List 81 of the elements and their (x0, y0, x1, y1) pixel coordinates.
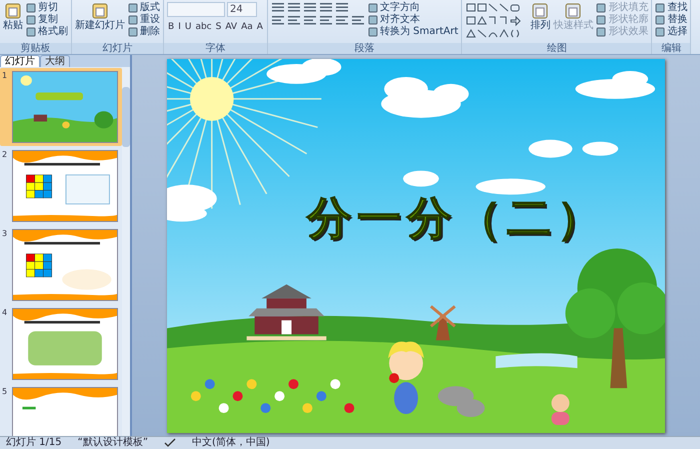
ribbon-large-button[interactable]: 新建幻灯片 (75, 2, 125, 31)
slide-thumbnail-row[interactable]: 4 (0, 305, 122, 383)
slide-thumbnail[interactable] (12, 71, 118, 143)
slide-thumbnail-row[interactable]: 3 (0, 226, 122, 304)
format-button[interactable]: B (167, 20, 176, 34)
ribbon-small-button[interactable]: 重设 (128, 14, 160, 26)
command-icon (368, 27, 378, 37)
command-icon (368, 3, 378, 13)
ribbon-small-button[interactable]: 格式刷 (26, 26, 68, 38)
ribbon-small-button[interactable]: 替换 (655, 14, 688, 26)
ribbon-small-button[interactable]: 转换为 SmartArt (368, 26, 458, 38)
ribbon-small-button[interactable]: 文字方向 (368, 2, 458, 14)
language-indicator: 中文(简体，中国) (192, 437, 270, 449)
format-button[interactable]: A (256, 20, 264, 34)
slide-number: 3 (2, 229, 8, 240)
cloud-drawing (167, 184, 217, 222)
command-icon (564, 2, 582, 20)
ribbon-small-button[interactable]: 复制 (26, 14, 68, 26)
command-icon (596, 15, 606, 25)
group-label: 幻灯片 (72, 43, 163, 54)
slide-thumbnail[interactable] (12, 150, 118, 222)
ribbon-small-button[interactable]: 选择 (655, 26, 688, 38)
align-icon[interactable] (318, 15, 333, 25)
slide-number: 5 (2, 387, 8, 398)
rocks-drawing (438, 386, 485, 417)
slide-thumbnail-row[interactable]: 1 (0, 68, 122, 146)
command-icon (91, 2, 109, 20)
slide-thumbnail-row[interactable]: 2 (0, 147, 122, 225)
format-button[interactable]: AV (224, 20, 238, 34)
ribbon-small-button[interactable]: 删除 (128, 26, 160, 38)
list-icon[interactable] (334, 2, 349, 12)
align-icon[interactable] (270, 15, 285, 25)
slide-thumbnail[interactable] (12, 229, 118, 301)
group-label: 字体 (164, 43, 267, 54)
theme-name: “默认设计模板” (78, 437, 148, 449)
group-label: 编辑 (652, 43, 690, 54)
ribbon-small-button[interactable]: 版式 (128, 2, 160, 14)
list-icon[interactable] (318, 2, 333, 12)
format-button[interactable]: I (177, 20, 182, 34)
format-button[interactable]: U (184, 20, 192, 34)
list-icon[interactable] (302, 2, 317, 12)
slide-number: 4 (2, 308, 8, 319)
command-icon (368, 15, 378, 25)
command-icon (4, 2, 22, 20)
command-icon (596, 27, 606, 37)
slide-thumbnail[interactable] (12, 308, 118, 380)
command-icon (655, 15, 666, 25)
align-icon[interactable] (350, 15, 365, 25)
command-icon (655, 27, 666, 37)
slide-number: 2 (2, 150, 8, 161)
group-label: 绘图 (462, 43, 652, 54)
format-button[interactable]: S (214, 20, 222, 34)
slide-thumbnail-row[interactable]: 5 (0, 384, 122, 436)
command-icon (655, 3, 666, 13)
align-icon[interactable] (334, 15, 349, 25)
ribbon-small-button[interactable]: 剪切 (26, 2, 68, 14)
font-size-field[interactable]: 24 (227, 2, 257, 17)
font-name-field[interactable] (167, 2, 225, 17)
slide-counter: 幻灯片 1/15 (6, 437, 62, 449)
group-label: 段落 (268, 43, 462, 54)
format-button[interactable]: abc (194, 20, 213, 34)
ribbon-small-button[interactable]: 对齐文本 (368, 14, 458, 26)
ribbon-large-button[interactable]: 排列 (530, 2, 550, 31)
panel-tab[interactable]: 大纲 (40, 55, 70, 67)
group-label: 剪贴板 (0, 43, 71, 54)
slide-number: 1 (2, 71, 8, 82)
list-icon[interactable] (270, 2, 285, 12)
girl-drawing (551, 394, 570, 425)
scrollbar[interactable] (122, 67, 130, 436)
command-icon (596, 3, 606, 13)
spell-check-icon[interactable] (164, 438, 176, 448)
ribbon-large-button[interactable]: 粘贴 (3, 2, 23, 31)
command-icon (531, 2, 550, 20)
panel-tab[interactable]: 幻灯片 (0, 55, 40, 67)
windmill-drawing (430, 304, 456, 340)
align-icon[interactable] (302, 15, 317, 25)
format-button[interactable]: Aa (240, 20, 254, 34)
slide-title[interactable]: 分一分（二） (307, 188, 607, 248)
list-icon[interactable] (286, 2, 301, 12)
align-icon[interactable] (286, 15, 301, 25)
ribbon-small-button[interactable]: 查找 (655, 2, 688, 14)
